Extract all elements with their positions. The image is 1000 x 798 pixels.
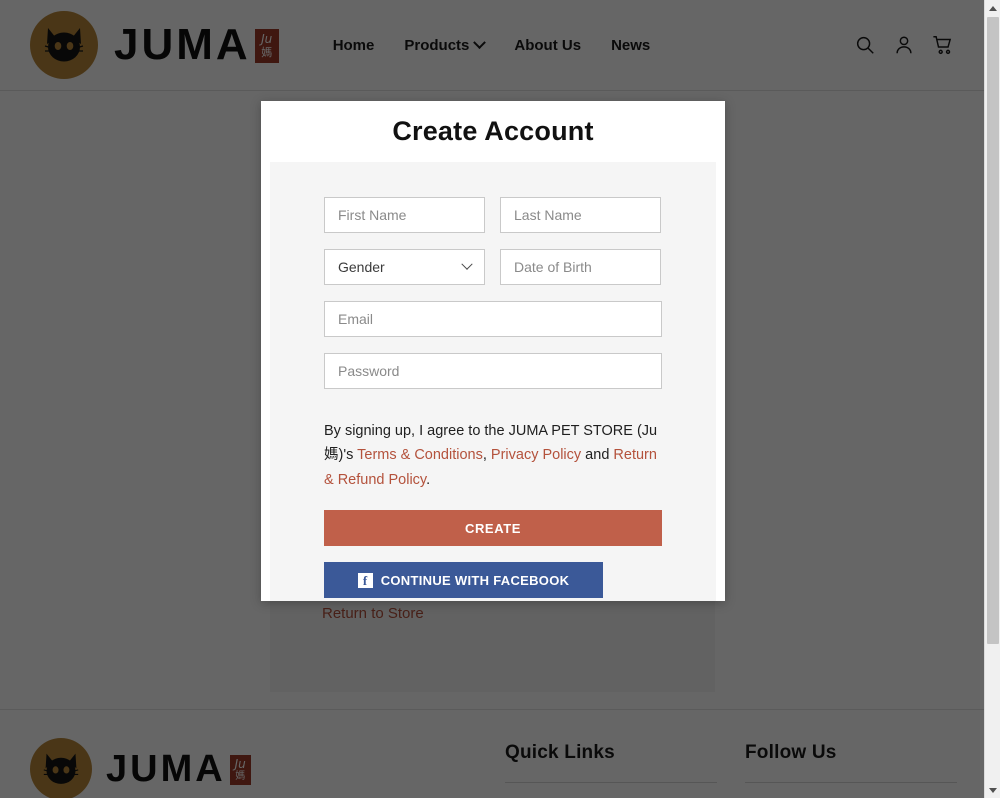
scroll-up-button[interactable]: [985, 0, 1000, 16]
terms-agreement-text: By signing up, I agree to the JUMA PET S…: [324, 419, 662, 492]
last-name-placeholder: Last Name: [514, 207, 582, 223]
facebook-icon: f: [357, 572, 373, 588]
password-placeholder: Password: [338, 363, 400, 379]
page-root: JUMA Ju 媽 Home Products About Us: [0, 0, 1000, 798]
date-of-birth-input[interactable]: Date of Birth: [500, 249, 661, 285]
password-input[interactable]: Password: [324, 353, 662, 389]
email-input[interactable]: Email: [324, 301, 662, 337]
create-account-modal: Create Account First Name Last Name Gend…: [261, 101, 725, 601]
modal-title: Create Account: [392, 116, 594, 146]
triangle-down-icon: [989, 787, 997, 793]
gender-dob-row: Gender Date of Birth: [324, 249, 662, 285]
terms-separator-1: ,: [482, 447, 491, 464]
password-row: Password: [324, 353, 662, 403]
last-name-input[interactable]: Last Name: [500, 197, 661, 233]
signup-form: First Name Last Name Gender Date of Birt…: [270, 162, 716, 601]
gender-selected-value: Gender: [338, 259, 385, 275]
continue-with-facebook-button[interactable]: f CONTINUE WITH FACEBOOK: [324, 562, 603, 599]
gender-select[interactable]: Gender: [324, 249, 485, 285]
facebook-button-label: CONTINUE WITH FACEBOOK: [380, 572, 570, 588]
terms-end: .: [426, 471, 431, 488]
date-of-birth-placeholder: Date of Birth: [514, 259, 592, 275]
email-row: Email: [324, 301, 662, 337]
create-account-button[interactable]: CREATE: [324, 510, 662, 547]
chevron-down-icon: [461, 258, 473, 270]
scrollbar-thumb[interactable]: [987, 17, 999, 644]
email-placeholder: Email: [338, 311, 374, 327]
name-row: First Name Last Name: [324, 197, 662, 233]
scroll-down-button[interactable]: [985, 782, 1000, 798]
terms-conjunction: and: [581, 447, 614, 464]
first-name-placeholder: First Name: [338, 207, 407, 223]
triangle-up-icon: [989, 5, 997, 11]
terms-and-conditions-link[interactable]: Terms & Conditions: [357, 447, 483, 463]
first-name-input[interactable]: First Name: [324, 197, 485, 233]
vertical-scrollbar[interactable]: [984, 0, 1000, 798]
privacy-policy-link[interactable]: Privacy Policy: [491, 447, 581, 463]
